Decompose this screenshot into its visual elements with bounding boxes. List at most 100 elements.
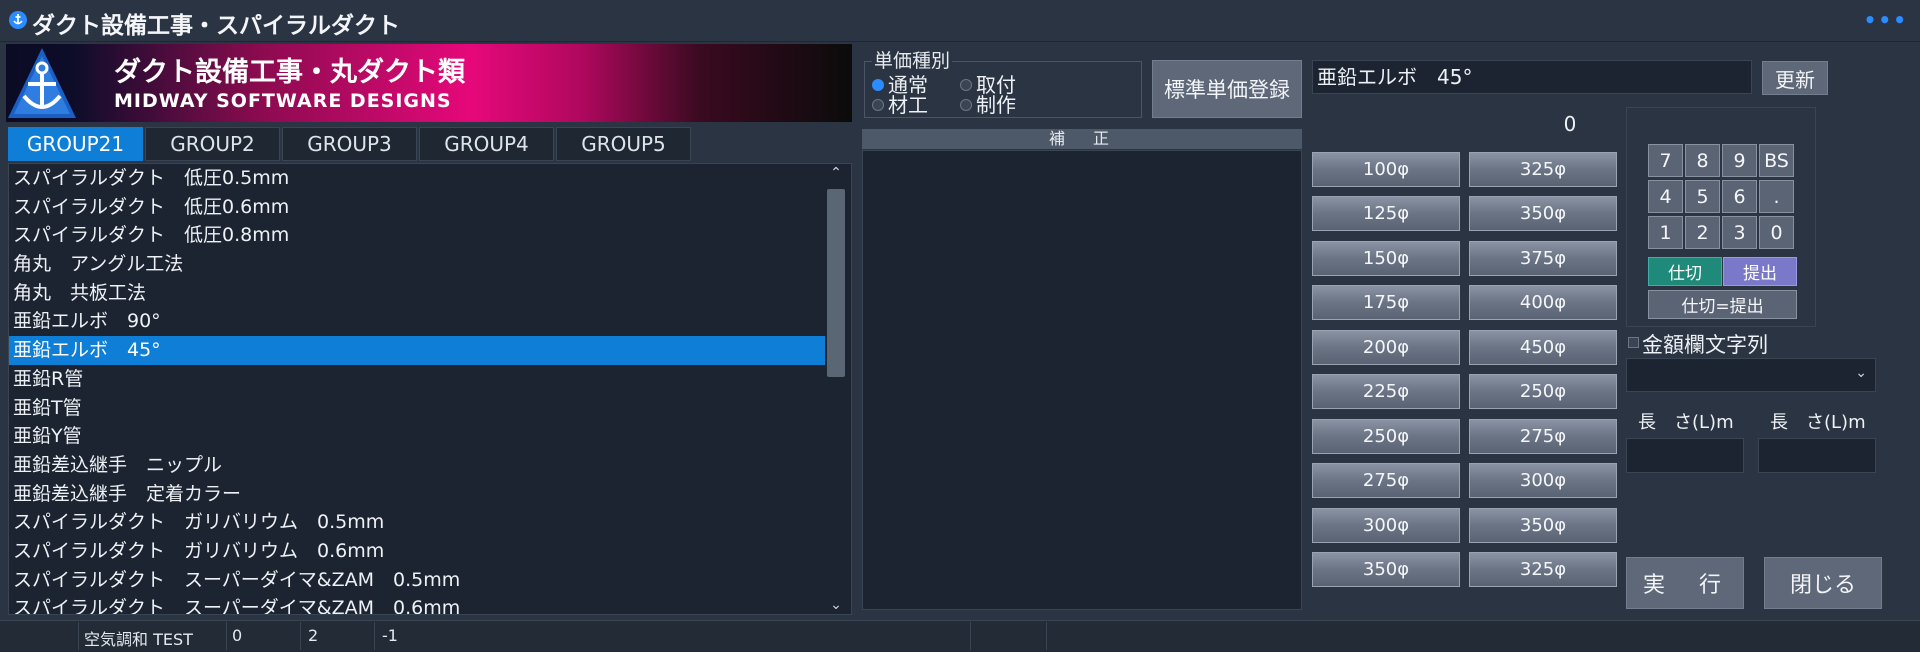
window-title: ダクト設備工事・スパイラルダクト	[32, 13, 400, 39]
status-divider	[1046, 622, 1047, 650]
group-tabs: GROUP21 GROUP2 GROUP3 GROUP4 GROUP5	[8, 127, 691, 161]
size-button[interactable]: 350φ	[1312, 552, 1460, 587]
amount-text-checkbox[interactable]	[1628, 337, 1639, 348]
size-button[interactable]: 275φ	[1469, 419, 1617, 454]
list-item[interactable]: 亜鉛T管	[9, 394, 825, 423]
correction-header: 補 正	[862, 129, 1302, 149]
status-value-3: -1	[382, 626, 398, 645]
amount-text-select[interactable]: ⌄	[1626, 358, 1876, 392]
key-decimal[interactable]: .	[1759, 180, 1794, 213]
size-button[interactable]: 350φ	[1469, 508, 1617, 543]
radio-production[interactable]: 制作	[960, 95, 1016, 115]
tab-group5[interactable]: GROUP5	[556, 127, 691, 161]
key-3[interactable]: 3	[1722, 216, 1757, 249]
key-0[interactable]: 0	[1759, 216, 1794, 249]
size-button[interactable]: 400φ	[1469, 285, 1617, 320]
scroll-thumb[interactable]	[827, 189, 845, 377]
list-item[interactable]: スパイラルダクト ガリバリウム 0.5mm	[9, 508, 825, 537]
standard-price-register-button[interactable]: 標準単価登録	[1152, 60, 1302, 118]
radio-install[interactable]: 取付	[960, 75, 1016, 95]
size-button[interactable]: 300φ	[1469, 463, 1617, 498]
list-item[interactable]: 亜鉛差込継手 ニップル	[9, 451, 825, 480]
size-button[interactable]: 225φ	[1312, 374, 1460, 409]
count-display: 0	[1563, 112, 1577, 136]
size-button[interactable]: 150φ	[1312, 241, 1460, 276]
radio-normal[interactable]: 通常	[872, 75, 928, 95]
key-6[interactable]: 6	[1722, 180, 1757, 213]
more-options-icon[interactable]: •••	[1864, 8, 1908, 32]
size-button[interactable]: 275φ	[1312, 463, 1460, 498]
status-value-1: 0	[232, 626, 243, 645]
list-item[interactable]: スパイラルダクト 低圧0.6mm	[9, 193, 825, 222]
list-item[interactable]: 亜鉛Y管	[9, 422, 825, 451]
update-button[interactable]: 更新	[1762, 61, 1828, 95]
shikiri-equals-teishutsu-button[interactable]: 仕切=提出	[1648, 290, 1797, 319]
status-divider	[226, 622, 227, 650]
list-item[interactable]: 亜鉛R管	[9, 365, 825, 394]
list-item[interactable]: 角丸 共板工法	[9, 279, 825, 308]
selected-item-field[interactable]: 亜鉛エルボ 45°	[1312, 60, 1752, 94]
status-divider	[300, 622, 301, 650]
list-item[interactable]: スパイラルダクト 低圧0.5mm	[9, 164, 825, 193]
execute-button[interactable]: 実 行	[1626, 557, 1744, 609]
radio-dot-icon	[960, 79, 972, 91]
tab-group3[interactable]: GROUP3	[282, 127, 417, 161]
tab-group2[interactable]: GROUP2	[145, 127, 280, 161]
list-item[interactable]: 角丸 アングル工法	[9, 250, 825, 279]
radio-material-labor[interactable]: 材工	[872, 95, 928, 115]
amount-text-label: 金額欄文字列	[1642, 333, 1768, 357]
list-item[interactable]: スパイラルダクト ガリバリウム 0.6mm	[9, 537, 825, 566]
shikiri-button[interactable]: 仕切	[1648, 257, 1722, 286]
size-button[interactable]: 100φ	[1312, 152, 1460, 187]
length-input-1[interactable]	[1626, 438, 1744, 473]
price-type-label: 単価種別	[872, 46, 953, 73]
list-item[interactable]: スパイラルダクト スーパーダイマ&ZAM 0.5mm	[9, 566, 825, 595]
list-scrollbar[interactable]: ⌃ ⌄	[822, 163, 850, 615]
status-divider	[78, 622, 79, 650]
list-item[interactable]: スパイラルダクト スーパーダイマ&ZAM 0.6mm	[9, 594, 825, 614]
tab-group21[interactable]: GROUP21	[8, 127, 143, 161]
correction-area[interactable]	[862, 150, 1302, 610]
size-button[interactable]: 175φ	[1312, 285, 1460, 320]
length-label-2: 長 さ(L)m	[1770, 412, 1866, 433]
list-item-selected[interactable]: 亜鉛エルボ 45°	[9, 336, 825, 365]
length-input-2[interactable]	[1758, 438, 1876, 473]
status-divider	[970, 622, 971, 650]
size-button[interactable]: 200φ	[1312, 330, 1460, 365]
key-backspace[interactable]: BS	[1759, 144, 1794, 177]
anchor-logo-icon	[8, 48, 76, 118]
size-button[interactable]: 325φ	[1469, 152, 1617, 187]
length-label-1: 長 さ(L)m	[1638, 412, 1734, 433]
radio-dot-icon	[960, 99, 972, 111]
key-1[interactable]: 1	[1648, 216, 1683, 249]
list-item[interactable]: 亜鉛エルボ 90°	[9, 307, 825, 336]
key-2[interactable]: 2	[1685, 216, 1720, 249]
size-button[interactable]: 450φ	[1469, 330, 1617, 365]
key-7[interactable]: 7	[1648, 144, 1683, 177]
radio-dot-icon	[872, 79, 884, 91]
chevron-down-icon: ⌄	[1855, 365, 1867, 381]
key-5[interactable]: 5	[1685, 180, 1720, 213]
size-button[interactable]: 325φ	[1469, 552, 1617, 587]
status-bar	[0, 620, 1920, 652]
item-list[interactable]: スパイラルダクト 低圧0.5mm スパイラルダクト 低圧0.6mm スパイラルダ…	[8, 163, 852, 615]
scroll-down-icon[interactable]: ⌄	[822, 597, 850, 613]
scroll-up-icon[interactable]: ⌃	[822, 165, 850, 181]
size-button[interactable]: 125φ	[1312, 196, 1460, 231]
key-9[interactable]: 9	[1722, 144, 1757, 177]
size-button[interactable]: 350φ	[1469, 196, 1617, 231]
banner-title: ダクト設備工事・丸ダクト類	[114, 57, 465, 88]
size-button[interactable]: 300φ	[1312, 508, 1460, 543]
status-divider	[374, 622, 375, 650]
size-button[interactable]: 250φ	[1312, 419, 1460, 454]
list-item[interactable]: 亜鉛差込継手 定着カラー	[9, 480, 825, 509]
tab-group4[interactable]: GROUP4	[419, 127, 554, 161]
size-button[interactable]: 375φ	[1469, 241, 1617, 276]
teishutsu-button[interactable]: 提出	[1723, 257, 1797, 286]
key-4[interactable]: 4	[1648, 180, 1683, 213]
list-item[interactable]: スパイラルダクト 低圧0.8mm	[9, 221, 825, 250]
key-8[interactable]: 8	[1685, 144, 1720, 177]
radio-dot-icon	[872, 99, 884, 111]
close-button[interactable]: 閉じる	[1764, 557, 1882, 609]
size-button[interactable]: 250φ	[1469, 374, 1617, 409]
